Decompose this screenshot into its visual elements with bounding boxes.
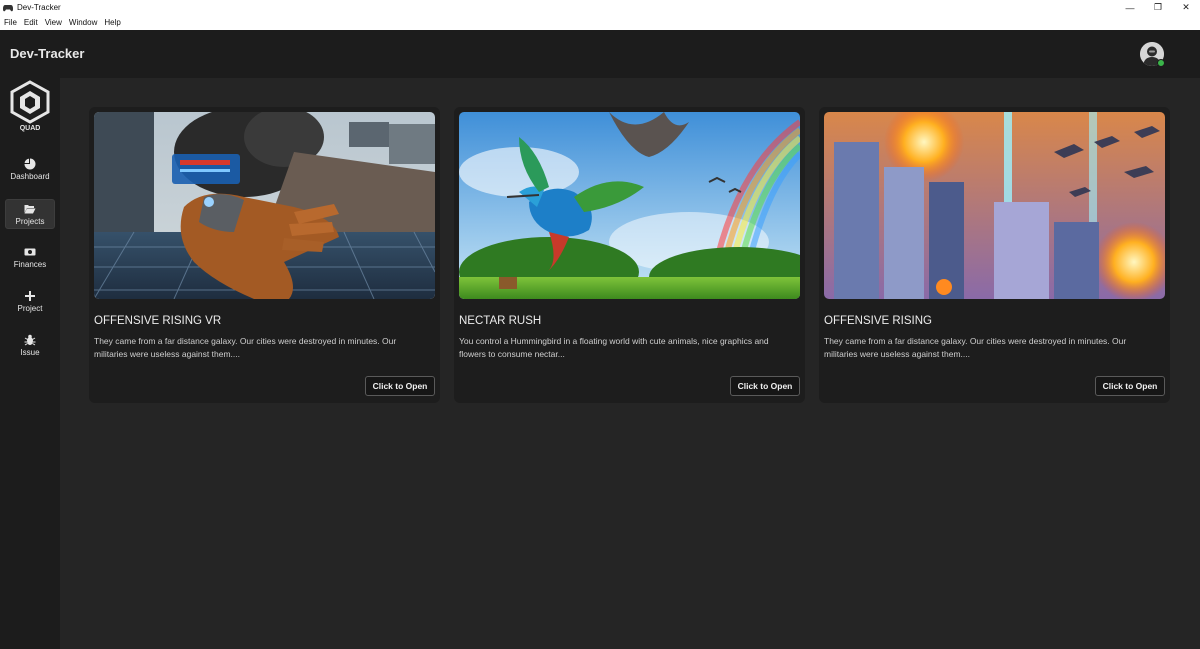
project-description: You control a Hummingbird in a floating … [459, 336, 769, 359]
menu-window[interactable]: Window [69, 18, 97, 27]
pie-chart-icon [24, 158, 36, 169]
sidebar-item-label: Project [17, 303, 43, 313]
menu-view[interactable]: View [45, 18, 62, 27]
plus-icon [25, 290, 35, 301]
project-title: NECTAR RUSH [459, 315, 542, 327]
project-description: They came from a far distance galaxy. Ou… [94, 336, 397, 359]
menu-help[interactable]: Help [104, 18, 120, 27]
sidebar-item-label: Finances [13, 259, 47, 269]
folder-open-icon [24, 204, 36, 213]
project-thumbnail [824, 112, 1165, 299]
sidebar-item-projects[interactable]: Projects [5, 199, 55, 229]
menu-file[interactable]: File [4, 18, 17, 27]
open-project-button[interactable]: Click to Open [1095, 376, 1165, 396]
minimize-button[interactable]: — [1116, 0, 1144, 15]
project-title: OFFENSIVE RISING [824, 315, 932, 327]
online-status-dot [1157, 59, 1165, 67]
sidebar-item-label: Projects [15, 216, 45, 226]
sidebar: QUAD Dashboard Projects Finances Project [0, 78, 60, 649]
gamepad-icon [3, 4, 13, 11]
app-header: Dev-Tracker [0, 30, 1200, 78]
project-title: OFFENSIVE RISING VR [94, 315, 222, 327]
app-title: Dev-Tracker [10, 46, 85, 61]
restore-button[interactable]: ❐ [1144, 0, 1172, 15]
sidebar-item-dashboard[interactable]: Dashboard [5, 154, 55, 184]
project-thumbnail [94, 112, 435, 299]
project-thumbnail [459, 112, 800, 299]
menu-edit[interactable]: Edit [24, 18, 38, 27]
project-card: NECTAR RUSH You control a Hummingbird in… [454, 107, 805, 403]
sidebar-item-issue[interactable]: Issue [5, 330, 55, 360]
project-card: OFFENSIVE RISING They came from a far di… [819, 107, 1170, 403]
open-project-button[interactable]: Click to Open [365, 376, 435, 396]
sidebar-item-new-project[interactable]: Project [5, 286, 55, 316]
project-card: OFFENSIVE RISING VR They came from a far… [89, 107, 440, 403]
sidebar-item-label: Dashboard [10, 171, 50, 181]
svg-text:QUAD: QUAD [20, 125, 41, 132]
project-description: They came from a far distance galaxy. Ou… [824, 336, 1127, 359]
menu-bar: File Edit View Window Help [0, 15, 1200, 30]
money-icon [24, 248, 36, 255]
window-title-bar: Dev-Tracker — ❐ ✕ [0, 0, 1200, 15]
bug-icon [24, 334, 36, 345]
sidebar-item-finances[interactable]: Finances [5, 242, 55, 272]
sidebar-item-label: Issue [20, 347, 40, 357]
open-project-button[interactable]: Click to Open [730, 376, 800, 396]
quad-logo: QUAD [10, 80, 50, 132]
close-button[interactable]: ✕ [1172, 0, 1200, 15]
window-title: Dev-Tracker [17, 3, 61, 12]
